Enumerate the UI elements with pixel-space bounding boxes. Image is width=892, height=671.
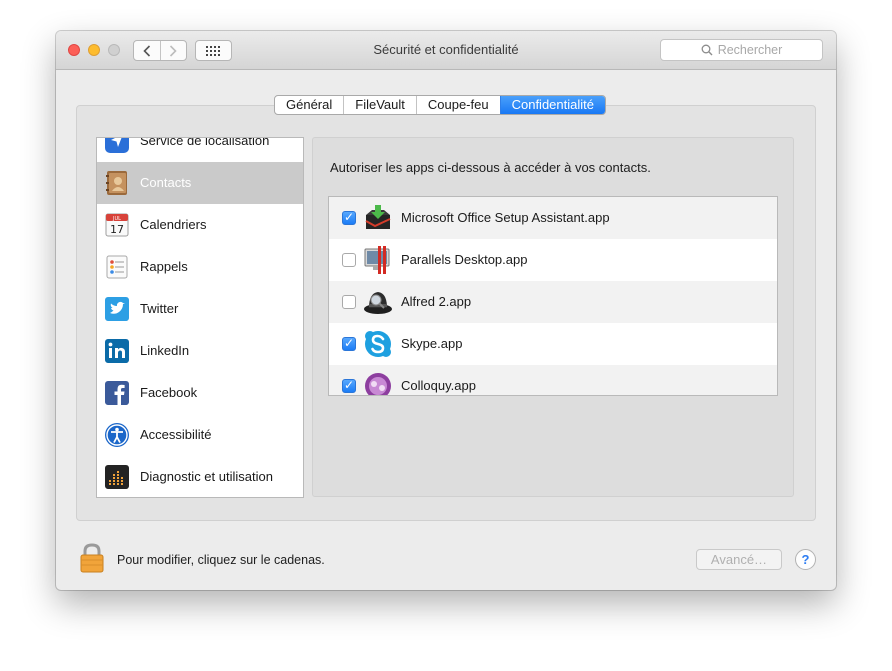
app-row: Parallels Desktop.app [329,239,777,281]
search-field[interactable]: Rechercher [660,39,823,61]
search-placeholder: Rechercher [717,43,783,57]
zoom-window-button[interactable] [108,44,120,56]
window-title: Sécurité et confidentialité [373,42,519,57]
app-row: Skype.app [329,323,777,365]
alfred-icon [364,292,392,314]
sidebar-item-twitter[interactable]: Twitter [97,288,303,330]
reminders-icon [106,255,128,279]
app-checkbox[interactable] [342,336,356,351]
sidebar-item-linkedin[interactable]: LinkedIn [97,330,303,372]
sidebar-item-label: Twitter [140,301,179,316]
app-name: Colloquy.app [401,378,476,393]
sidebar-item-accessibility[interactable]: Accessibilité [97,414,303,456]
sidebar-item-label: Calendriers [140,217,207,232]
title-bar: Sécurité et confidentialité Rechercher [56,31,836,70]
app-checkbox[interactable] [342,378,356,393]
location-arrow-icon [105,138,129,153]
linkedin-icon [105,339,129,363]
sidebar-item-label: Rappels [140,259,188,274]
sidebar-item-label: Contacts [140,175,192,190]
chevron-left-icon [143,44,150,57]
sidebar-item-diagnostics[interactable]: Diagnostic et utilisation [97,456,303,497]
app-checkbox[interactable] [342,295,356,309]
tab-filevault[interactable]: FileVault [343,96,416,114]
calendar-day-text: 17 [110,223,124,236]
help-button[interactable]: ? [795,549,816,570]
parallels-icon [364,246,390,274]
colloquy-icon [365,373,391,395]
padlock-icon[interactable] [80,543,104,573]
skype-icon [365,331,391,357]
calendar-icon: JUL 17 [105,213,129,237]
accessibility-icon [105,423,129,447]
app-name: Microsoft Office Setup Assistant.app [401,210,610,225]
app-name: Alfred 2.app [401,294,472,309]
search-icon [701,44,713,56]
sidebar-item-reminders[interactable]: Rappels [97,246,303,288]
facebook-icon [105,381,129,405]
grid-icon [205,45,220,56]
minimize-window-button[interactable] [88,44,100,56]
sidebar-item-label: LinkedIn [140,343,190,358]
sidebar-item-label: Diagnostic et utilisation [140,469,273,484]
tab-general[interactable]: Général [275,96,343,114]
diagnostics-icon [105,465,129,489]
advanced-button[interactable]: Avancé… [696,549,782,570]
sidebar-item-label: Service de localisation [140,137,270,148]
sidebar-item-location-services[interactable]: Service de localisation [97,137,303,162]
close-window-button[interactable] [68,44,80,56]
tab-firewall[interactable]: Coupe-feu [415,96,500,114]
app-name: Parallels Desktop.app [401,252,528,267]
office-setup-icon [365,205,391,229]
app-row: Colloquy.app [329,365,777,395]
sidebar-item-label: Accessibilité [140,427,212,442]
app-checkbox[interactable] [342,253,356,267]
sidebar-item-facebook[interactable]: Facebook [97,372,303,414]
app-permission-list[interactable]: Microsoft Office Setup Assistant.app Par… [328,196,778,396]
forward-button[interactable] [159,41,187,60]
app-checkbox[interactable] [342,210,356,225]
lock-instruction-text: Pour modifier, cliquez sur le cadenas. [117,553,325,567]
show-all-button[interactable] [195,40,232,61]
sidebar-item-contacts[interactable]: Contacts [97,162,303,204]
app-name: Skype.app [401,336,463,351]
preferences-window: Sécurité et confidentialité Rechercher G… [56,31,836,590]
app-row: Alfred 2.app [329,281,777,323]
tab-bar: Général FileVault Coupe-feu Confidential… [274,95,606,115]
access-prompt-label: Autoriser les apps ci-dessous à accéder … [330,160,651,175]
contacts-book-icon [106,171,127,195]
twitter-icon [105,297,129,321]
back-forward-control [133,40,187,61]
category-list-content: Service de localisation Contacts JUL 17 … [97,137,303,497]
tab-privacy[interactable]: Confidentialité [499,96,605,114]
sidebar-item-calendars[interactable]: JUL 17 Calendriers [97,204,303,246]
back-button[interactable] [134,41,160,60]
calendar-month-text: JUL [112,216,121,222]
sidebar-item-label: Facebook [140,385,198,400]
chevron-right-icon [170,44,177,57]
privacy-category-list[interactable]: Service de localisation Contacts JUL 17 … [96,137,304,498]
app-row: Microsoft Office Setup Assistant.app [329,197,777,239]
